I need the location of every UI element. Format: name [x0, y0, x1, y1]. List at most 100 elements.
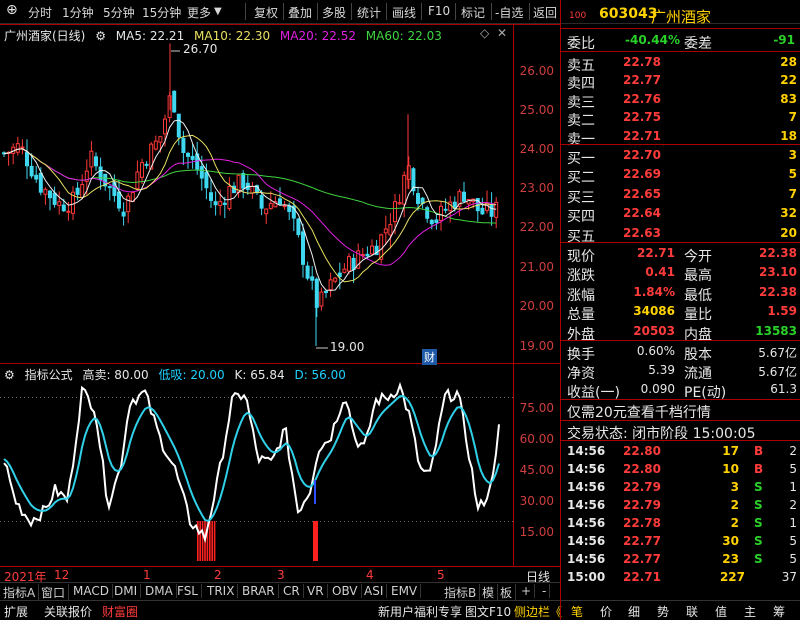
toolbar-zixuan[interactable]: -自选 — [495, 4, 523, 21]
indicator-title[interactable]: 指标公式 — [25, 368, 73, 382]
trade-status-row: 交易状态: 闭市阶段 15:00:05 — [561, 421, 800, 442]
stat-value: 22.71 — [637, 246, 675, 260]
tab-board[interactable]: 板 — [497, 584, 517, 601]
y-tick: 21.00 — [519, 260, 554, 274]
tick-time: 14:56 — [567, 498, 606, 512]
candle-body — [489, 204, 494, 217]
candle-body — [278, 198, 282, 205]
stock-code: 603043 — [599, 6, 658, 22]
btn-f10-graphic[interactable]: 图文F10 — [465, 603, 511, 620]
tick-price: 22.79 — [623, 480, 661, 494]
ask-row: 卖五 22.78 28 — [561, 53, 800, 74]
tab-remove[interactable]: - — [539, 584, 551, 598]
stat-row: 外盘 20503 内盘 13583 — [561, 322, 800, 343]
toolbar-5min[interactable]: 5分钟 — [103, 4, 135, 21]
stat2-row: 换手 0.60% 股本 5.67亿 — [561, 342, 800, 363]
candle-body — [296, 218, 301, 236]
tab-trix[interactable]: TRIX — [204, 584, 239, 598]
tick-row: 14:56 22.79 2 S 2 — [561, 496, 800, 516]
tab-template[interactable]: 模 — [479, 584, 499, 601]
tab-fsl[interactable]: FSL — [174, 584, 202, 598]
quote-panel: 100 603043 广州酒家 委比 -40.44% 委差 -91 卖五 22.… — [560, 0, 800, 620]
tick-count: 5 — [789, 552, 797, 566]
btn-new-user-promo[interactable]: 新用户福利专享 — [378, 603, 462, 620]
tab-emv[interactable]: EMV — [388, 584, 422, 598]
buy-signal-bar — [313, 521, 318, 561]
toolbar-fuquan[interactable]: 复权 — [254, 4, 278, 21]
tab-macd[interactable]: MACD — [70, 584, 113, 598]
toolbar-diejia[interactable]: 叠加 — [288, 4, 312, 21]
weibi-row: 委比 -40.44% 委差 -91 — [561, 31, 800, 52]
settings-icon[interactable]: ⚙ — [95, 29, 106, 43]
tab-brar[interactable]: BRAR — [239, 584, 279, 598]
toolbar-fenshi[interactable]: 分时 — [28, 4, 52, 21]
stat2-value: 5.67亿 — [758, 365, 797, 379]
buy-signal-bar — [209, 521, 211, 561]
stat2-value: 5.67亿 — [758, 346, 797, 360]
tab-indicator-b[interactable]: 指标B — [441, 584, 481, 601]
cai-marker[interactable]: 财 — [422, 349, 437, 365]
kline-chart-panel[interactable]: 广州酒家(日线) ⚙ MA5: 22.21 MA10: 22.30 MA20: … — [0, 24, 560, 365]
candle-body — [29, 165, 34, 177]
stock-name: 广州酒家 — [651, 8, 712, 26]
btn-sidebar[interactable]: 侧边栏《 — [514, 603, 562, 620]
candlestick-series — [2, 43, 499, 346]
toolbar-f10[interactable]: F10 — [428, 4, 450, 18]
tab-dma[interactable]: DMA — [142, 584, 177, 598]
btn-wealth-circle[interactable]: 财富圈 — [102, 603, 138, 620]
buy-signal-bar — [199, 521, 201, 561]
menu-icon[interactable]: ⊕ — [6, 2, 18, 18]
toolbar-tongji[interactable]: 统计 — [357, 4, 381, 21]
x-label: 1 — [143, 568, 151, 582]
candle-body — [204, 171, 209, 189]
toolbar-duogu[interactable]: 多股 — [322, 4, 346, 21]
tab-window[interactable]: 窗口 — [38, 584, 70, 601]
x-label: 12 — [54, 568, 70, 582]
kline-chart — [0, 24, 560, 364]
tick-count: 2 — [789, 444, 797, 458]
high-marker: 26.70 — [183, 42, 218, 56]
ask-row: 卖四 22.77 22 — [561, 71, 800, 92]
indicator-panel[interactable]: ⚙ 指标公式 高卖: 80.00 低吸: 20.00 K: 65.84 D: 5… — [0, 364, 560, 566]
toolbar-more[interactable]: 更多 — [187, 4, 211, 21]
tab-vr[interactable]: VR — [304, 584, 328, 598]
tab-dmi[interactable]: DMI — [111, 584, 142, 598]
tab-asi[interactable]: ASI — [361, 584, 388, 598]
tab-indicator-a[interactable]: 指标A — [0, 584, 40, 601]
tab-obv[interactable]: OBV — [329, 584, 362, 598]
more-dropdown-icon[interactable]: ▼ — [214, 6, 222, 17]
ind-y-tick: 45.00 — [519, 463, 554, 477]
toolbar-huaxian[interactable]: 画线 — [392, 4, 416, 21]
promo-row[interactable]: 仅需20元查看千档行情 — [561, 400, 800, 422]
toolbar-1min[interactable]: 1分钟 — [62, 4, 94, 21]
indicator-legend: ⚙ 指标公式 高卖: 80.00 低吸: 20.00 K: 65.84 D: 5… — [4, 366, 352, 383]
close-icon[interactable]: ✕ — [497, 26, 507, 40]
bid-row: 买五 22.63 20 — [561, 224, 800, 245]
promo-text[interactable]: 仅需20元查看千档行情 — [567, 402, 711, 422]
candle-body — [94, 156, 98, 167]
ask-volume: 7 — [788, 110, 797, 125]
candle-body — [347, 256, 351, 272]
candle-body — [140, 162, 144, 178]
stat-value: 34086 — [633, 304, 675, 319]
candle-body — [301, 231, 305, 265]
d-label: D: 56.00 — [294, 368, 346, 382]
candle-body — [287, 205, 292, 212]
y-tick: 26.00 — [519, 64, 554, 78]
indicator-settings-icon[interactable]: ⚙ — [4, 368, 15, 382]
stock-prefix: 100 — [569, 11, 587, 21]
ind-y-tick: 60.00 — [519, 432, 554, 446]
diamond-icon[interactable]: ◇ — [480, 26, 489, 40]
toolbar-biaoji[interactable]: 标记 — [461, 4, 485, 21]
tab-add[interactable]: + — [518, 584, 536, 598]
stat-value: 20503 — [633, 323, 675, 338]
btn-expand[interactable]: 扩展 — [4, 603, 28, 620]
toolbar-15min[interactable]: 15分钟 — [142, 4, 181, 21]
stat-value: 22.38 — [759, 246, 797, 260]
toolbar-back[interactable]: 返回 — [533, 4, 557, 21]
tab-cr[interactable]: CR — [280, 584, 304, 598]
bid-row: 买二 22.69 5 — [561, 165, 800, 186]
candle-body — [439, 205, 443, 221]
stat-value: 0.41 — [645, 265, 675, 280]
btn-related-quotes[interactable]: 关联报价 — [44, 603, 92, 620]
